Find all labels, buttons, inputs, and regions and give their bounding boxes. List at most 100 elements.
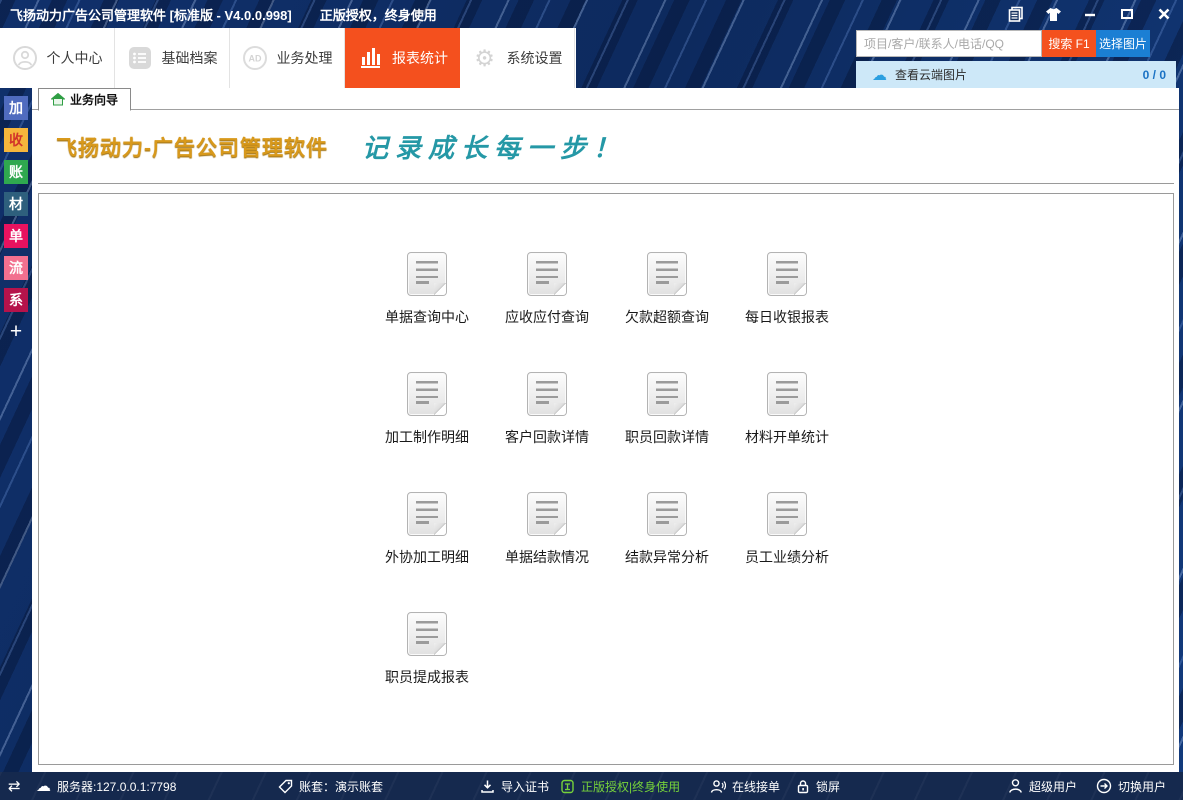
report-item-receivable-payable[interactable]: 应收应付查询 — [487, 252, 607, 372]
report-item-settlement-anomaly[interactable]: 结款异常分析 — [607, 492, 727, 612]
brand-slogan: 记录成长每一步！ — [362, 128, 626, 165]
page-tab-label: 业务向导 — [70, 91, 118, 108]
document-icon — [767, 492, 807, 536]
search-area: 搜索 F1 选择图片 — [856, 30, 1150, 57]
lock-icon — [796, 779, 810, 794]
svg-text:AD: AD — [248, 54, 261, 64]
current-user-button[interactable]: 超级用户 — [1008, 772, 1077, 800]
sync-button[interactable]: ⇄ — [8, 772, 21, 800]
lock-screen-button[interactable]: 锁屏 — [796, 772, 840, 800]
arrow-circle-icon — [1096, 778, 1112, 794]
ad-circle-icon: AD — [242, 45, 268, 71]
document-icon — [767, 252, 807, 296]
nav-tab-personal-center[interactable]: 个人中心 — [0, 28, 115, 88]
window-controls — [1007, 0, 1173, 28]
bar-chart-icon — [357, 45, 383, 71]
close-icon[interactable] — [1155, 5, 1173, 23]
license-badge-icon — [560, 779, 575, 794]
sidebar-add-button[interactable]: + — [4, 320, 28, 344]
sync-arrows-icon: ⇄ — [8, 779, 21, 794]
nav-tab-label: 业务处理 — [277, 48, 333, 68]
sidebar-item-cai[interactable]: 材 — [4, 192, 28, 216]
server-status: ☁ 服务器:127.0.0.1:7798 — [36, 772, 176, 800]
nav-tab-business[interactable]: AD 业务处理 — [230, 28, 345, 88]
report-item-daily-cash[interactable]: 每日收银报表 — [727, 252, 847, 372]
main-nav: 个人中心 基础档案 AD 业务处理 报表统计 ⚙ 系统设置 — [0, 28, 576, 88]
person-online-icon — [710, 779, 726, 794]
tag-icon — [278, 779, 293, 794]
online-orders-button[interactable]: 在线接单 — [710, 772, 780, 800]
cloud-image-count: 0 / 0 — [1143, 68, 1166, 82]
cloud-icon: ☁ — [36, 779, 51, 794]
report-item-material-stats[interactable]: 材料开单统计 — [727, 372, 847, 492]
band-divider — [38, 183, 1174, 184]
window-license-note: 正版授权，终身使用 — [320, 5, 437, 24]
license-status: 正版授权|终身使用 — [560, 772, 680, 800]
user-circle-icon — [12, 45, 38, 71]
switch-user-button[interactable]: 切换用户 — [1096, 772, 1166, 800]
document-icon — [647, 252, 687, 296]
nav-tab-label: 基础档案 — [162, 48, 218, 68]
document-icon — [407, 252, 447, 296]
brand-band: 飞扬动力-广告公司管理软件 记录成长每一步！ — [32, 110, 1179, 183]
title-bar: 飞扬动力广告公司管理软件 [标准版 - V4.0.0.998] 正版授权，终身使… — [0, 0, 1183, 28]
status-bar: ⇄ ☁ 服务器:127.0.0.1:7798 账套：演示账套 导入证书 正版授权… — [0, 772, 1183, 800]
download-icon — [480, 779, 495, 794]
maximize-icon[interactable] — [1118, 5, 1136, 23]
view-cloud-images-bar[interactable]: ☁ 查看云端图片 0 / 0 — [856, 61, 1176, 88]
document-icon — [527, 372, 567, 416]
report-item-customer-payment[interactable]: 客户回款详情 — [487, 372, 607, 492]
report-item-commission-report[interactable]: 职员提成报表 — [367, 612, 487, 732]
nav-tab-base-archives[interactable]: 基础档案 — [115, 28, 230, 88]
app-window: { "window": { "title": "飞扬动力广告公司管理软件 [标准… — [0, 0, 1183, 800]
document-icon — [527, 252, 567, 296]
report-item-settlement-status[interactable]: 单据结款情况 — [487, 492, 607, 612]
view-cloud-images-label: 查看云端图片 — [895, 66, 967, 83]
document-icon — [767, 372, 807, 416]
list-icon — [127, 45, 153, 71]
report-item-processing-detail[interactable]: 加工制作明细 — [367, 372, 487, 492]
report-item-performance-analysis[interactable]: 员工业绩分析 — [727, 492, 847, 612]
document-icon — [407, 492, 447, 536]
sidebar-item-shou[interactable]: 收 — [4, 128, 28, 152]
search-button[interactable]: 搜索 F1 — [1042, 30, 1096, 57]
nav-tab-reports[interactable]: 报表统计 — [345, 28, 460, 88]
cloud-icon: ☁ — [872, 66, 887, 84]
minimize-icon[interactable] — [1081, 5, 1099, 23]
sidebar-item-jia[interactable]: 加 — [4, 96, 28, 120]
sidebar-item-zhang[interactable]: 账 — [4, 160, 28, 184]
report-item-order-query-center[interactable]: 单据查询中心 — [367, 252, 487, 372]
search-input[interactable] — [856, 30, 1042, 57]
account-set-status: 账套：演示账套 — [278, 772, 383, 800]
report-item-overdue-query[interactable]: 欠款超额查询 — [607, 252, 727, 372]
sidebar-item-dan[interactable]: 单 — [4, 224, 28, 248]
document-icon — [647, 492, 687, 536]
user-icon — [1008, 778, 1023, 794]
wizard-panel: 单据查询中心 应收应付查询 欠款超额查询 每日收银报表 加工制作明细 客户回款详… — [38, 193, 1174, 765]
theme-skin-icon[interactable] — [1044, 5, 1062, 23]
select-image-button[interactable]: 选择图片 — [1096, 30, 1150, 57]
document-icon — [407, 372, 447, 416]
document-icon — [647, 372, 687, 416]
nav-tab-label: 个人中心 — [47, 48, 103, 68]
report-item-staff-payment[interactable]: 职员回款详情 — [607, 372, 727, 492]
nav-tab-label: 报表统计 — [392, 48, 448, 68]
import-cert-button[interactable]: 导入证书 — [480, 772, 549, 800]
gear-icon: ⚙ — [472, 45, 498, 71]
cascade-windows-icon[interactable] — [1007, 5, 1025, 23]
window-title: 飞扬动力广告公司管理软件 [标准版 - V4.0.0.998] — [10, 5, 292, 24]
main-content: 业务向导 飞扬动力-广告公司管理软件 记录成长每一步！ 单据查询中心 应收应付查… — [32, 88, 1179, 772]
nav-tab-label: 系统设置 — [507, 48, 563, 68]
sidebar-item-liu[interactable]: 流 — [4, 256, 28, 280]
report-grid: 单据查询中心 应收应付查询 欠款超额查询 每日收银报表 加工制作明细 客户回款详… — [367, 252, 847, 732]
home-icon — [51, 93, 65, 106]
nav-tab-settings[interactable]: ⚙ 系统设置 — [460, 28, 575, 88]
quick-sidebar: 加 收 账 材 单 流 系 + — [0, 88, 32, 772]
page-tab-strip: 业务向导 — [32, 88, 1179, 110]
sidebar-item-xi[interactable]: 系 — [4, 288, 28, 312]
tab-business-wizard[interactable]: 业务向导 — [38, 88, 131, 111]
brand-logo-text: 飞扬动力-广告公司管理软件 — [56, 132, 328, 162]
report-item-outsource-detail[interactable]: 外协加工明细 — [367, 492, 487, 612]
document-icon — [407, 612, 447, 656]
document-icon — [527, 492, 567, 536]
